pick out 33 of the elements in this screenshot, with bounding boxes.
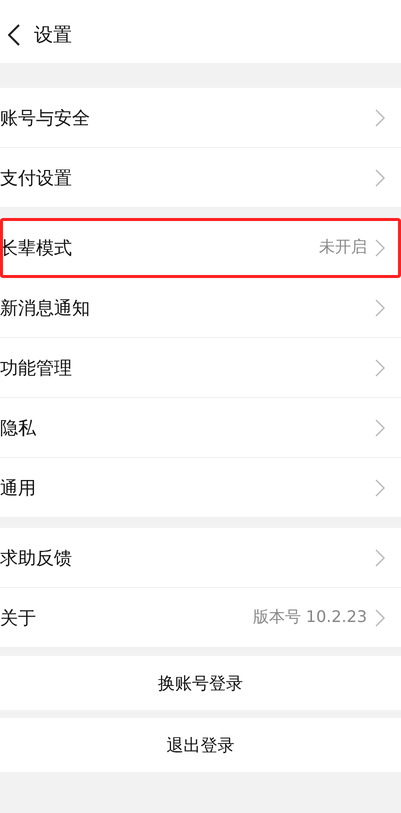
page-title: 设置	[34, 22, 72, 48]
chevron-right-icon	[375, 168, 385, 186]
chevron-right-icon	[375, 358, 385, 376]
chevron-right-icon	[375, 418, 385, 436]
row-label: 长辈模式	[0, 236, 73, 260]
chevron-right-icon	[375, 608, 385, 626]
row-label: 新消息通知	[0, 296, 91, 320]
settings-row[interactable]: 通用	[0, 458, 401, 518]
account-button[interactable]: 换账号登录	[0, 656, 401, 710]
settings-row[interactable]: 关于 版本号 10.2.23	[0, 588, 401, 648]
row-value: 未开启	[319, 237, 367, 258]
chevron-right-icon	[375, 238, 385, 256]
row-value: 版本号 10.2.23	[252, 607, 367, 628]
chevron-right-icon	[375, 548, 385, 566]
account-button[interactable]: 退出登录	[0, 718, 401, 772]
settings-row[interactable]: 隐私	[0, 398, 401, 458]
row-label: 隐私	[0, 416, 37, 440]
row-label: 账号与安全	[0, 106, 91, 130]
row-label: 关于	[0, 606, 37, 630]
row-label: 功能管理	[0, 356, 73, 380]
row-label: 求助反馈	[0, 546, 73, 570]
chevron-right-icon	[375, 108, 385, 126]
back-icon[interactable]	[8, 24, 20, 46]
settings-row[interactable]: 支付设置	[0, 148, 401, 208]
settings-row[interactable]: 功能管理	[0, 338, 401, 398]
settings-row[interactable]: 长辈模式 未开启	[0, 218, 401, 278]
chevron-right-icon	[375, 478, 385, 496]
settings-row[interactable]: 账号与安全	[0, 88, 401, 148]
chevron-right-icon	[375, 298, 385, 316]
row-label: 通用	[0, 476, 37, 500]
row-label: 支付设置	[0, 166, 73, 190]
settings-row[interactable]: 求助反馈	[0, 528, 401, 588]
settings-row[interactable]: 新消息通知	[0, 278, 401, 338]
